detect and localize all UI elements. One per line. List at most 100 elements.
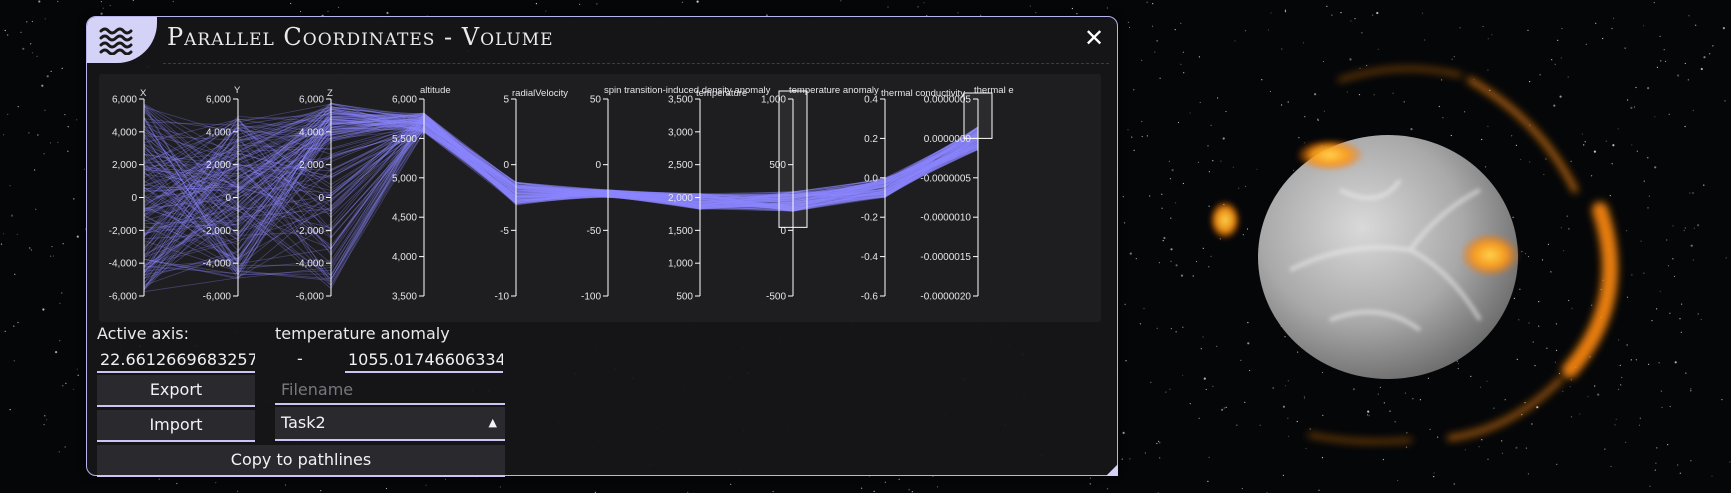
tick-label: -0.2	[861, 213, 879, 224]
star	[1725, 257, 1727, 259]
star	[52, 255, 55, 257]
star	[1122, 431, 1125, 434]
star	[1674, 361, 1677, 364]
fire-glow-small	[1209, 200, 1241, 240]
copy-to-pathlines-button[interactable]: Copy to pathlines	[97, 445, 505, 477]
axis-thermal-e[interactable]: thermal e0.00000050.0000000-0.0000005-0.…	[920, 85, 1013, 303]
star	[7, 34, 9, 36]
star	[1133, 149, 1135, 151]
tick-label: 0.0	[864, 173, 878, 184]
star	[908, 489, 910, 491]
star	[9, 185, 11, 187]
star	[1076, 13, 1078, 15]
star	[1595, 22, 1597, 24]
star	[1141, 135, 1143, 138]
star	[338, 6, 340, 8]
resize-handle[interactable]	[1106, 464, 1118, 476]
axis-brush[interactable]	[963, 92, 993, 139]
star	[1711, 475, 1713, 477]
star	[57, 0, 59, 3]
tick-label: -2,000	[296, 226, 325, 237]
star	[1127, 21, 1129, 23]
tick-label: 3,500	[392, 292, 417, 303]
star	[102, 7, 104, 9]
close-icon[interactable]: ✕	[1081, 25, 1107, 51]
star	[1169, 178, 1172, 180]
star	[1171, 169, 1174, 172]
star	[1721, 399, 1723, 401]
axis-x[interactable]: X6,000 4,000 2,000 0 -2,000 -4,000 -6,000	[109, 88, 147, 303]
star	[100, 12, 103, 15]
star	[55, 351, 58, 354]
tick-label: 2,000	[668, 193, 693, 204]
star	[158, 478, 160, 480]
star	[13, 360, 15, 362]
star	[1174, 29, 1176, 31]
star	[1687, 79, 1689, 81]
menu-button[interactable]	[87, 17, 157, 63]
star	[1667, 444, 1669, 446]
star	[35, 208, 37, 210]
tick-label: 2,000	[112, 160, 137, 171]
star	[20, 31, 22, 33]
pc-chart[interactable]: X6,0004,0002,0000-2,000-4,000-6,000Y6,00…	[99, 74, 1101, 322]
import-button[interactable]: Import	[97, 410, 255, 442]
star	[1664, 60, 1667, 62]
star	[696, 0, 699, 3]
star	[1144, 452, 1146, 454]
star	[1656, 308, 1658, 310]
preset-selected-value: Task2	[281, 413, 326, 432]
star	[1159, 457, 1161, 459]
star	[1654, 116, 1656, 118]
axis-brush[interactable]	[778, 90, 808, 228]
hotspot-top	[1296, 139, 1364, 171]
tick-label: -4,000	[296, 259, 325, 270]
preset-select[interactable]: Task2 ▲	[275, 407, 505, 441]
tick-label: -0.6	[861, 292, 879, 303]
parallel-coordinates-plot[interactable]: X 6,000 4,000 2,000 0 -2,000 -4,000 -6,000 Y 6,00…	[99, 74, 1101, 322]
star	[50, 70, 52, 72]
star	[1162, 240, 1164, 242]
range-min-field[interactable]: 22.6612669683257	[97, 347, 255, 373]
star	[1527, 29, 1529, 31]
planet-visualization[interactable]	[1180, 40, 1650, 470]
star	[1712, 45, 1714, 47]
star	[1350, 20, 1352, 22]
star	[1722, 27, 1725, 30]
star	[1106, 7, 1108, 9]
star	[1689, 192, 1691, 194]
star	[1207, 480, 1209, 482]
star	[290, 2, 292, 5]
star	[1125, 360, 1127, 362]
star	[425, 484, 427, 486]
star	[1669, 405, 1671, 408]
star	[1459, 27, 1461, 29]
window-header[interactable]: Parallel Coordinates - Volume ✕	[87, 17, 1117, 64]
tick-label: 5	[503, 95, 509, 106]
star	[1690, 388, 1692, 390]
star	[109, 4, 111, 7]
star	[77, 374, 79, 376]
star	[1703, 184, 1705, 186]
star	[7, 113, 9, 115]
star	[1135, 258, 1137, 260]
filename-input[interactable]	[275, 375, 505, 405]
tick-label: 4,000	[299, 127, 324, 138]
star	[1697, 313, 1699, 315]
range-max-field[interactable]: 1055.01746606334	[345, 347, 503, 373]
star	[1679, 318, 1681, 320]
star	[22, 47, 25, 50]
polylines	[143, 102, 979, 293]
star	[1180, 22, 1182, 24]
star	[1129, 252, 1132, 255]
star	[1656, 66, 1658, 68]
star	[1170, 328, 1172, 330]
star	[17, 106, 19, 108]
tick-label: -500	[766, 292, 786, 303]
star	[1661, 406, 1663, 409]
star	[1697, 224, 1700, 227]
export-button[interactable]: Export	[97, 375, 255, 407]
star	[917, 6, 919, 8]
star	[1397, 479, 1399, 482]
star	[215, 482, 217, 484]
